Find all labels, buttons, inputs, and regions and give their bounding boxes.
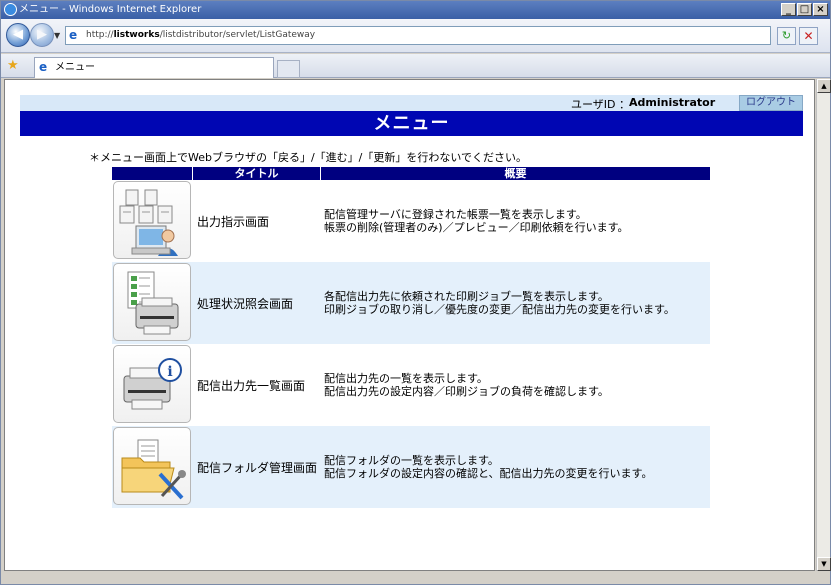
tab-bar: ★ e メニュー [1,54,830,78]
header-title: タイトル [192,167,320,180]
menu-table: タイトル 概要 出力指示画面 配信管理サーバに登録された帳票一覧を表示します。 … [112,167,710,508]
desc-line: 配信フォルダの設定内容の確認と、配信出力先の変更を行います。 [324,467,653,480]
scroll-down-icon[interactable]: ▼ [817,557,831,571]
icon-cell: i [112,344,192,426]
menu-title-status[interactable]: 処理状況照会画面 [192,295,320,312]
favorites-star-icon[interactable]: ★ [7,59,19,72]
menu-title-output[interactable]: 出力指示画面 [192,213,320,230]
menu-desc-folders: 配信フォルダの一覧を表示します。 配信フォルダの設定内容の確認と、配信出力先の変… [320,454,710,480]
browser-window: メニュー - Windows Internet Explorer _ □ × ◀… [0,0,831,585]
icon-cell [112,426,192,508]
svg-text:i: i [167,364,172,380]
refresh-icon: ↻ [781,29,792,42]
logout-button[interactable]: ログアウト [739,95,803,111]
page-title: メニュー [20,111,803,136]
address-path: /listdistributor/servlet/ListGateway [159,30,316,40]
menu-title-folders[interactable]: 配信フォルダ管理画面 [192,459,320,476]
page-viewport: ユーザID ： Administrator ログアウト メニュー ＊メニュー画面… [4,79,815,571]
page-icon: e [69,28,78,42]
desc-line: 配信管理サーバに登録された帳票一覧を表示します。 [324,208,587,221]
window-controls: _ □ × [781,3,828,16]
printer-info-icon[interactable]: i [113,345,191,423]
table-header: タイトル 概要 [112,167,710,180]
table-row: 処理状況照会画面 各配信出力先に依頼された印刷ジョブ一覧を表示します。 印刷ジョ… [112,262,710,344]
icon-cell [112,180,192,262]
header-icon-col [112,167,192,180]
ie-icon [4,3,17,16]
menu-desc-output: 配信管理サーバに登録された帳票一覧を表示します。 帳票の削除(管理者のみ)／プレ… [320,208,710,234]
user-bar: ユーザID ： Administrator ログアウト [20,95,803,111]
folder-tools-icon[interactable] [113,427,191,505]
header-summary: 概要 [320,167,710,180]
output-instruction-icon[interactable] [113,181,191,259]
icon-cell [112,262,192,344]
address-bar[interactable]: e http://listworks/listdistributor/servl… [65,26,771,45]
maximize-button[interactable]: □ [797,3,812,16]
notice-text: ＊メニュー画面上でWebブラウザの「戻る」/「進む」/「更新」を行わないでくださ… [89,151,528,164]
forward-button[interactable]: ▶ [30,23,54,47]
desc-line: 配信出力先の設定内容／印刷ジョブの負荷を確認します。 [324,385,609,398]
user-id-value: Administrator [629,96,716,109]
tab-menu[interactable]: e メニュー [34,57,274,78]
minimize-button[interactable]: _ [781,3,796,16]
desc-line: 配信フォルダの一覧を表示します。 [324,454,499,467]
tab-label: メニュー [55,62,95,73]
history-dropdown-icon[interactable]: ▼ [54,31,60,40]
back-button[interactable]: ◀ [6,23,30,47]
address-prefix: http:// [86,30,114,40]
desc-line: 帳票の削除(管理者のみ)／プレビュー／印刷依頼を行います。 [324,221,629,234]
new-tab-button[interactable] [277,60,300,78]
status-bar [1,572,830,584]
desc-line: 各配信出力先に依頼された印刷ジョブ一覧を表示します。 [324,290,609,303]
vertical-scrollbar[interactable]: ▲ ▼ [816,79,831,571]
window-title: メニュー - Windows Internet Explorer [19,4,202,15]
title-bar: メニュー - Windows Internet Explorer _ □ × [1,1,830,19]
menu-desc-status: 各配信出力先に依頼された印刷ジョブ一覧を表示します。 印刷ジョブの取り消し／優先… [320,290,710,316]
navigation-bar: ◀ ▶ ▼ e http://listworks/listdistributor… [1,19,830,53]
address-host: listworks [113,30,160,40]
job-status-icon[interactable] [113,263,191,341]
table-row: 出力指示画面 配信管理サーバに登録された帳票一覧を表示します。 帳票の削除(管理… [112,180,710,262]
forward-arrow-icon: ▶ [37,27,47,42]
table-row: 配信フォルダ管理画面 配信フォルダの一覧を表示します。 配信フォルダの設定内容の… [112,426,710,508]
user-id-label: ユーザID ： [571,98,630,111]
menu-desc-destinations: 配信出力先の一覧を表示します。 配信出力先の設定内容／印刷ジョブの負荷を確認しま… [320,372,710,398]
scroll-up-icon[interactable]: ▲ [817,79,831,93]
tab-page-icon: e [39,60,48,74]
refresh-button[interactable]: ↻ [777,27,796,45]
stop-icon: ✕ [803,29,814,43]
desc-line: 印刷ジョブの取り消し／優先度の変更／配信出力先の変更を行います。 [324,303,675,316]
menu-title-destinations[interactable]: 配信出力先一覧画面 [192,377,320,394]
table-row: i 配信出力先一覧画面 配信出力先の一覧を表示します。 配信出力先の設定内容／印… [112,344,710,426]
stop-button[interactable]: ✕ [799,27,818,45]
desc-line: 配信出力先の一覧を表示します。 [324,372,488,385]
back-arrow-icon: ◀ [13,27,23,42]
close-button[interactable]: × [813,3,828,16]
